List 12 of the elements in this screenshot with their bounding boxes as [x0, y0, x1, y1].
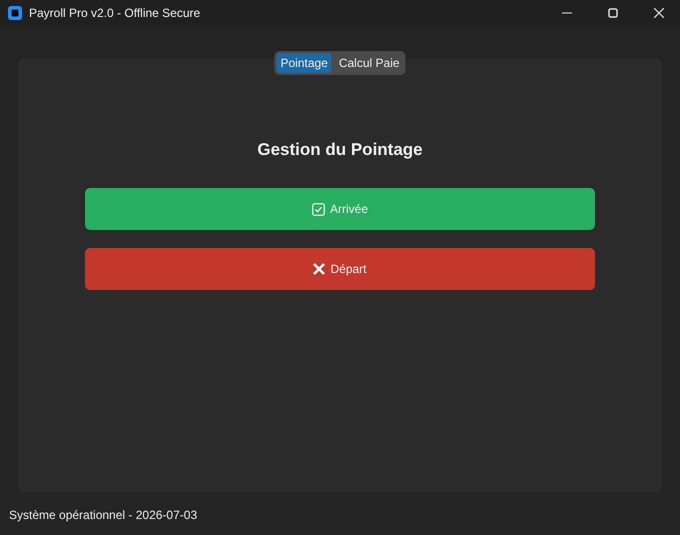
close-icon [313, 263, 326, 275]
status-text: Système opérationnel - 2026-07-03 [9, 508, 198, 522]
tab[interactable]: Calcul Paie [334, 53, 404, 73]
app-icon [8, 6, 22, 20]
checkbox-icon [312, 202, 325, 216]
window-title: Payroll Pro v2.0 - Offline Secure [29, 6, 200, 20]
action-button[interactable]: Départ [85, 248, 595, 290]
maximize-icon[interactable] [608, 8, 618, 18]
tab[interactable]: Pointage [276, 53, 332, 73]
panel-heading: Gestion du Pointage [257, 140, 423, 160]
action-button[interactable]: Arrivée [85, 188, 595, 230]
close-icon[interactable] [654, 8, 664, 18]
